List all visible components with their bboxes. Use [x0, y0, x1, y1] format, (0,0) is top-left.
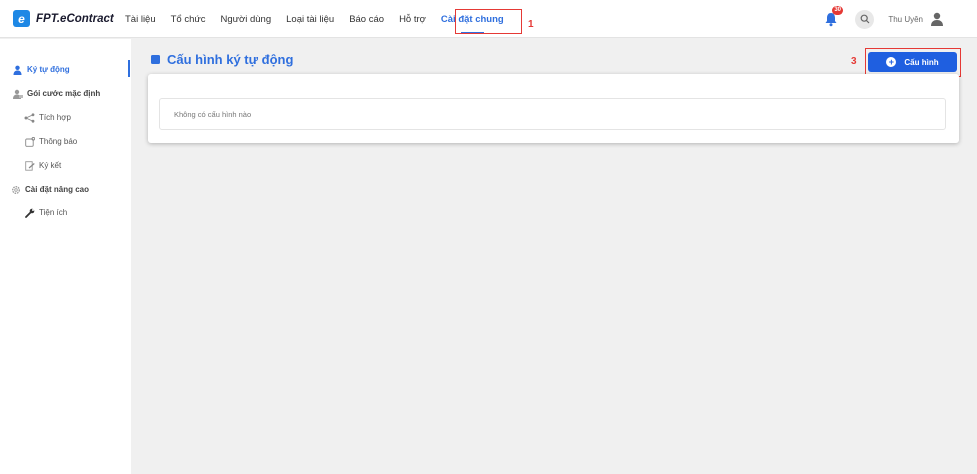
user-name[interactable]: Thu Uyên	[888, 15, 923, 24]
nav-item-support[interactable]: Hỗ trợ	[399, 14, 426, 25]
active-indicator	[128, 60, 130, 77]
gear-icon	[10, 184, 21, 195]
avatar[interactable]	[927, 9, 947, 29]
page-title: Cấu hình ký tự động	[151, 52, 293, 67]
sidebar-item-integration[interactable]: Tích hợp	[24, 112, 71, 123]
add-config-button[interactable]: + Cấu hình	[868, 52, 957, 72]
sidebar-item-advanced-settings[interactable]: Cài đặt nâng cao	[10, 184, 89, 195]
sidebar-item-utilities[interactable]: Tiện ích	[24, 207, 67, 218]
share-icon	[24, 112, 35, 123]
user-avatar-icon	[931, 12, 943, 26]
sidebar-item-label: Tích hợp	[39, 113, 71, 122]
search-button[interactable]	[855, 9, 875, 29]
sidebar-item-label: Ký kết	[39, 161, 62, 170]
app-logo[interactable]: e FPT.eContract	[13, 10, 114, 27]
empty-state-box: Không có cấu hình nào	[159, 98, 946, 130]
header-actions: 30 Thu Uyên	[819, 6, 947, 31]
notification-button[interactable]: 30	[819, 6, 843, 31]
notification-badge: 30	[832, 6, 843, 15]
search-icon	[860, 14, 870, 24]
page-title-text: Cấu hình ký tự động	[167, 52, 294, 67]
edit-icon	[151, 55, 160, 64]
sign-icon	[24, 160, 35, 171]
wrench-icon	[24, 207, 35, 218]
empty-state-message: Không có cấu hình nào	[174, 110, 252, 119]
sidebar-item-notification[interactable]: Thông báo	[24, 136, 77, 147]
annotation-number-1: 1	[528, 19, 534, 30]
sidebar-item-label: Cài đặt nâng cao	[25, 185, 90, 194]
nav-item-document-types[interactable]: Loại tài liệu	[286, 14, 334, 25]
sidebar: Ký tự động Gói cước mặc định Tích hợp Th…	[0, 39, 131, 474]
user-icon	[12, 64, 23, 75]
nav-item-organization[interactable]: Tổ chức	[171, 14, 206, 25]
annotation-number-3: 3	[851, 56, 857, 67]
config-card: Không có cấu hình nào	[148, 74, 959, 143]
package-icon	[12, 88, 23, 99]
add-config-button-label: Cấu hình	[904, 57, 939, 67]
sidebar-item-label: Thông báo	[39, 137, 78, 146]
sidebar-item-label: Ký tự động	[27, 65, 70, 74]
nav-item-documents[interactable]: Tài liệu	[125, 14, 156, 25]
sidebar-item-label: Gói cước mặc định	[27, 89, 101, 98]
plus-circle-icon: +	[886, 57, 897, 67]
app-name: FPT.eContract	[36, 12, 114, 25]
sidebar-item-default-package[interactable]: Gói cước mặc định	[12, 88, 100, 99]
sidebar-item-auto-sign[interactable]: Ký tự động	[12, 64, 70, 75]
nav-item-users[interactable]: Người dùng	[221, 14, 272, 25]
nav-item-reports[interactable]: Báo cáo	[349, 14, 384, 25]
sidebar-item-signing[interactable]: Ký kết	[24, 160, 61, 171]
logo-icon: e	[13, 10, 30, 27]
sidebar-item-label: Tiện ích	[39, 208, 68, 217]
notification-icon	[24, 136, 35, 147]
highlight-box-1	[455, 9, 522, 34]
